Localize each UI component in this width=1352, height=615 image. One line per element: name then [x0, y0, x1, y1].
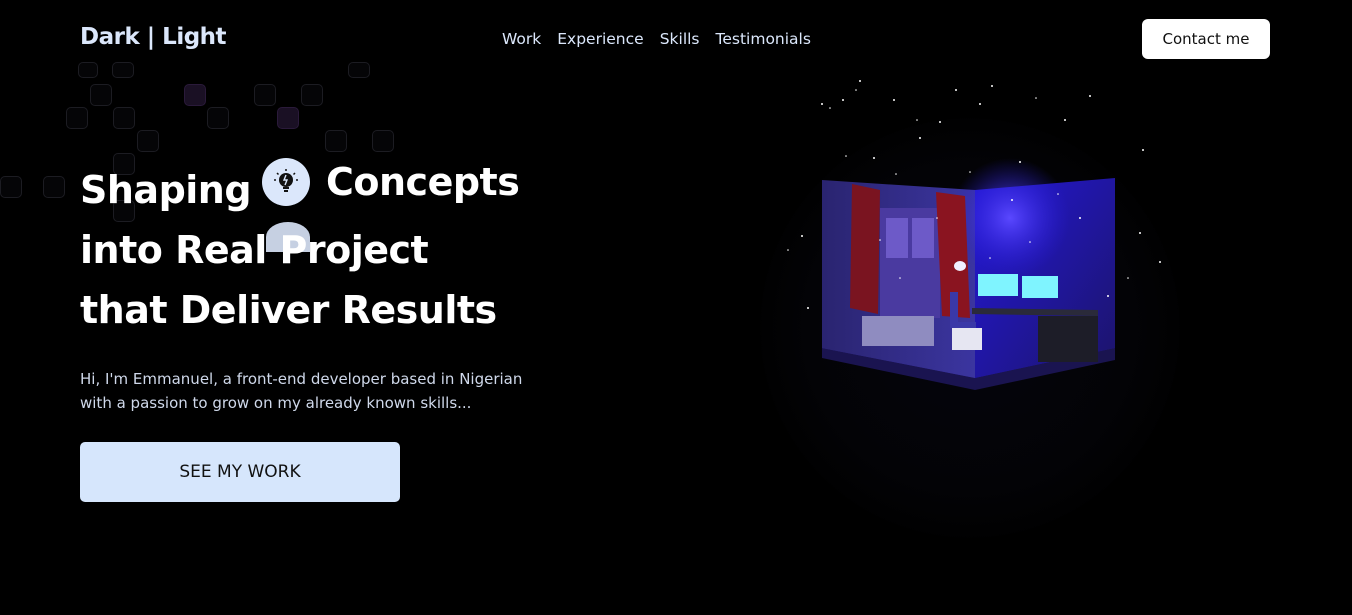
headline-line-3: that Deliver Results	[80, 288, 497, 332]
nav-link-experience[interactable]: Experience	[557, 30, 643, 48]
headline-line-2: into Real Project	[80, 228, 429, 272]
nav-link-work[interactable]: Work	[502, 30, 541, 48]
lightbulb-icon	[262, 158, 310, 206]
headline-word-shaping: Shaping	[80, 168, 252, 212]
hero-headline: Shaping Concepts into Real Project that …	[80, 158, 560, 340]
see-my-work-button[interactable]: SEE MY WORK	[80, 442, 400, 502]
site-logo[interactable]: Dark | Light	[80, 24, 227, 50]
room-scene-svg	[787, 80, 1161, 390]
nav-link-skills[interactable]: Skills	[660, 30, 700, 48]
headline-word-concepts: Concepts	[326, 160, 520, 204]
nav-link-testimonials[interactable]: Testimonials	[716, 30, 811, 48]
main-nav: Work Experience Skills Testimonials	[502, 30, 811, 48]
contact-me-button[interactable]: Contact me	[1142, 19, 1270, 59]
room-3d-illustration	[560, 78, 1352, 538]
intro-text: Hi, I'm Emmanuel, a front-end developer …	[80, 370, 523, 412]
